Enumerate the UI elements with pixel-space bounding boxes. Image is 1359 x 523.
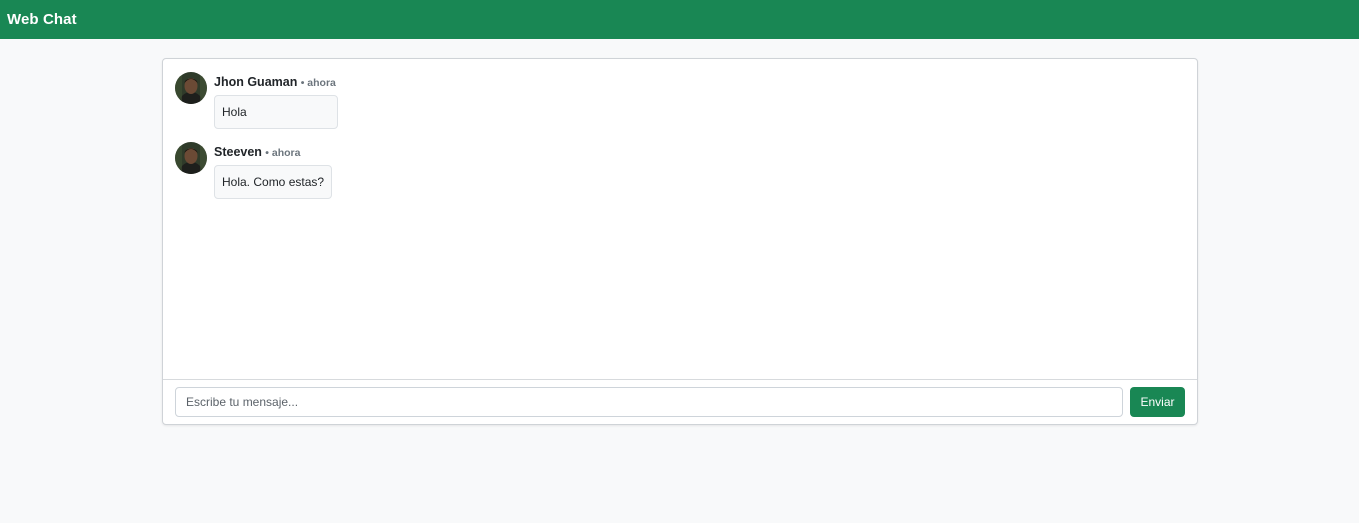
message-input[interactable] <box>175 387 1123 417</box>
message-header: Steeven • ahora <box>214 144 332 161</box>
message-time: • ahora <box>300 77 336 89</box>
message-content: Steeven • ahora Hola. Como estas? <box>214 142 333 199</box>
brand-title[interactable]: Web Chat <box>7 11 77 28</box>
message-bubble: Hola. Como estas? <box>214 165 333 199</box>
message-author: Jhon Guaman <box>214 75 298 89</box>
user-avatar-icon <box>175 142 207 174</box>
message-content: Jhon Guaman • ahora Hola <box>214 72 338 129</box>
avatar <box>175 142 207 174</box>
messages-area: Jhon Guaman • ahora Hola Steeven • ahora… <box>163 59 1197 379</box>
composer: Enviar <box>163 379 1197 424</box>
message-author: Steeven <box>214 145 262 159</box>
chat-message: Steeven • ahora Hola. Como estas? <box>175 142 333 199</box>
navbar: Web Chat <box>0 0 1359 39</box>
avatar <box>175 72 207 104</box>
chat-card: Jhon Guaman • ahora Hola Steeven • ahora… <box>162 58 1198 425</box>
message-bubble: Hola <box>214 95 338 129</box>
chat-message: Jhon Guaman • ahora Hola <box>175 72 338 129</box>
message-header: Jhon Guaman • ahora <box>214 74 338 91</box>
user-avatar-icon <box>175 72 207 104</box>
send-button[interactable]: Enviar <box>1130 387 1185 417</box>
message-time: • ahora <box>265 147 301 159</box>
